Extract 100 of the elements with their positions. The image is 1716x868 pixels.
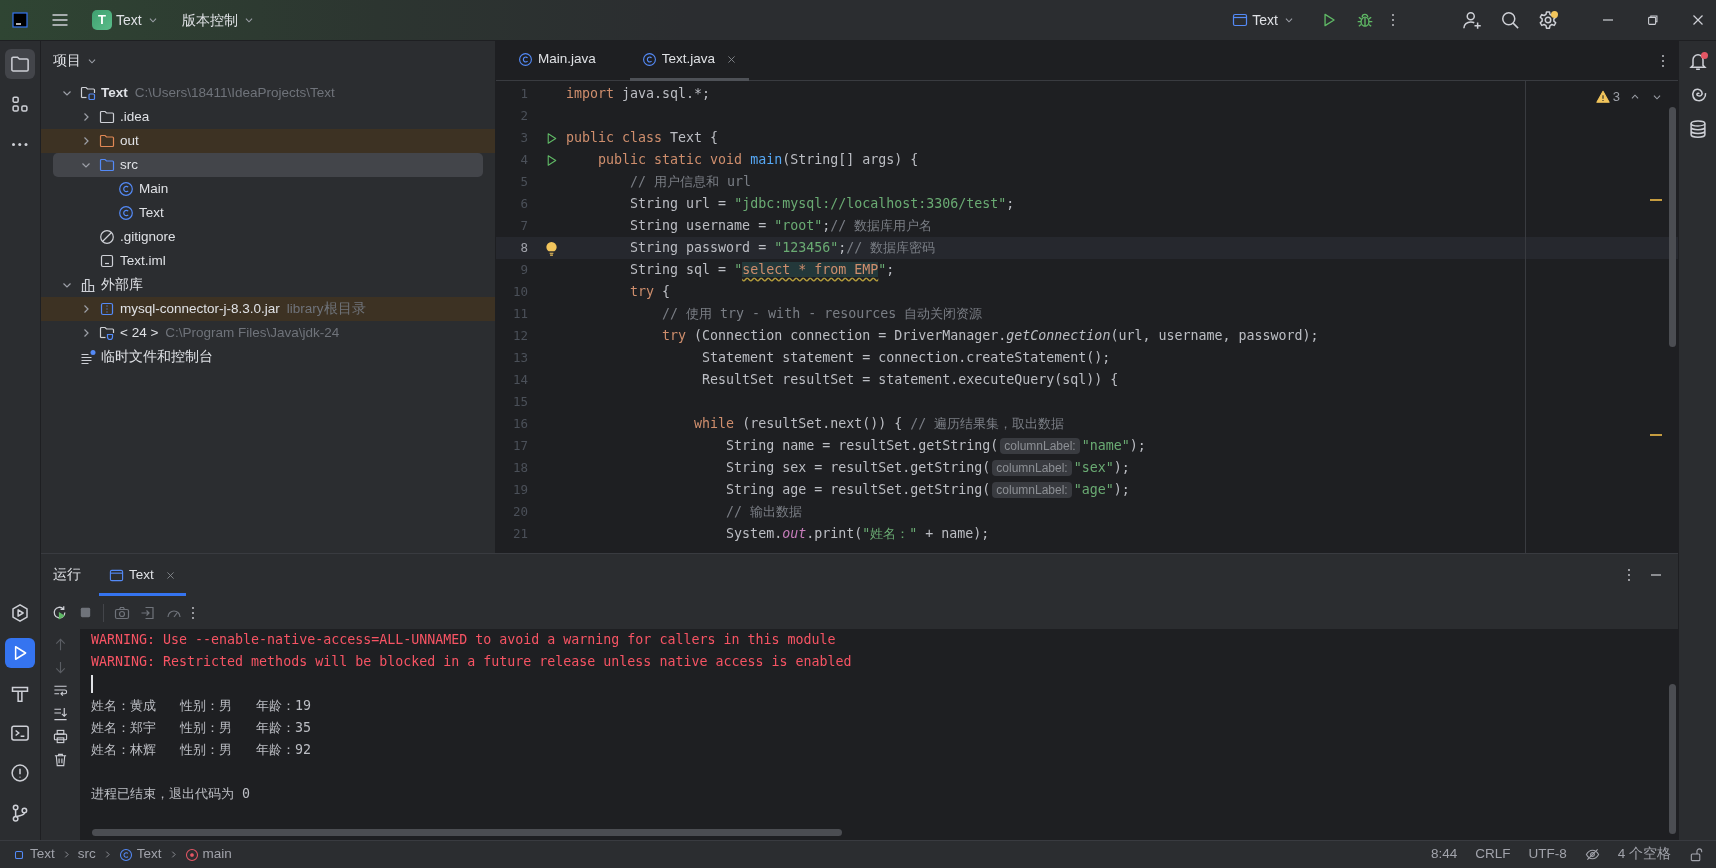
tree-item-label[interactable]: < 24 > [120,322,159,344]
services-icon [10,603,30,623]
bug-icon[interactable] [1356,11,1374,29]
panel-title-dropdown[interactable]: 项目 [53,50,99,72]
tree-item-label[interactable]: .gitignore [120,226,176,248]
git-branch-icon [10,803,30,823]
tool-window-button[interactable] [5,49,35,79]
stop-icon[interactable] [78,605,93,620]
ignore-file-icon [99,229,115,245]
archive-icon [99,301,115,317]
vcs-menu[interactable]: 版本控制 [175,5,262,35]
folder-icon [99,133,115,149]
tree-item-label[interactable]: .idea [120,106,150,128]
tree-item-label[interactable]: Text [101,82,128,104]
code-line: String sex = resultSet.getString( columnLabel: "sex"); [725,459,1130,478]
tree-item-label[interactable]: src [120,154,138,176]
tree-item-label[interactable]: Text.iml [120,250,166,272]
folder-icon [99,109,115,125]
selected-tree-row[interactable]: src [53,153,483,177]
code-line: String username = "root";// 数据库用户名 [629,217,933,236]
tree-item-label[interactable]: mysql-connector-j-8.3.0.jar [120,298,280,320]
tool-window-button[interactable] [5,638,35,668]
code-line: String password = "123456";// 数据库密码 [629,239,936,258]
code-line: String name = resultSet.getString( columnLabel: "name"); [725,437,1146,456]
inspection-icon[interactable] [1584,847,1600,862]
console-output: 姓名：黄成 性别：男 年龄：19 [91,697,312,716]
app-logo-icon[interactable] [12,12,28,28]
panel-title: 运行 [53,565,81,584]
class-icon [118,205,134,221]
scroll-to-end-icon[interactable] [53,706,68,721]
problems-icon [10,763,30,783]
delete-icon[interactable] [53,752,68,767]
console-warning: WARNING: Restricted methods will be blocked in a future release unless native access is enabled [91,653,852,672]
project-switcher[interactable]: T Text [86,5,166,35]
lock-icon[interactable] [1689,847,1704,862]
breadcrumb[interactable]: Text [30,844,55,865]
status-item[interactable]: 8:44 [1430,844,1458,865]
code-line: Statement statement = connection.createStatement(); [701,349,1111,368]
scrollbar[interactable] [92,829,842,836]
module-file-icon [99,253,115,269]
breadcrumb[interactable]: src [77,844,96,865]
close-icon[interactable] [726,54,738,65]
line-number: 8 [519,238,529,257]
highlighted-tree-row[interactable]: out [41,129,495,153]
code-line: import java.sql.*; [566,85,711,104]
status-item[interactable]: CRLF [1475,844,1511,865]
code-line: String age = resultSet.getString( columnLabel: "age"); [725,481,1130,500]
folder-icon [99,157,115,173]
sdk-folder-icon [99,325,115,341]
code-line: ResultSet resultSet = statement.executeQuery(sql)) { [701,371,1119,390]
camera-icon[interactable] [114,604,130,621]
tree-item-label[interactable]: 外部库 [101,274,143,296]
warning-icon[interactable] [1595,89,1610,104]
tree-item-label[interactable]: out [120,130,139,152]
warning-count[interactable]: 3 [1612,87,1620,107]
breadcrumb[interactable]: main [202,844,232,865]
scrollbar[interactable] [1669,107,1676,347]
notifications-icon[interactable] [1687,51,1708,71]
tree-item-detail: C:\Program Files\Java\jdk-24 [165,323,340,342]
editor-tab[interactable]: Text.java [629,41,750,81]
scratch-file-icon [80,349,96,365]
tree-item-label[interactable]: Text [139,202,164,224]
console-output: 姓名：林辉 性别：男 年龄：92 [91,741,312,760]
method-icon [184,847,199,862]
database-icon[interactable] [1687,119,1708,139]
editor-tab[interactable]: Main.java [506,41,608,81]
print-icon[interactable] [53,729,68,744]
status-item[interactable]: 4 个空格 [1617,844,1671,865]
libraries-icon [80,277,96,293]
code-line: // 使用 try - with - resources 自动关闭资源 [661,305,983,324]
status-item[interactable]: UTF-8 [1528,844,1567,865]
exit-icon[interactable] [140,604,156,621]
restore-icon[interactable] [1646,13,1660,27]
add-user-icon[interactable] [1462,10,1482,30]
class-icon [118,847,133,862]
tree-item-label[interactable]: 临时文件和控制台 [101,346,213,368]
run-configuration[interactable]: Text [1226,5,1302,35]
console-output: 姓名：郑宇 性别：男 年龄：35 [91,719,312,738]
class-icon [118,181,134,197]
code-line: while (resultSet.next()) { // 遍历结果集，取出数据 [693,415,1065,434]
code-line: public class Text { [566,129,719,148]
settings-icon[interactable] [1538,10,1558,30]
rerun-icon[interactable] [51,604,68,621]
breadcrumb[interactable]: Text [136,844,162,865]
terminal-icon [10,723,30,743]
scrollbar[interactable] [1669,684,1676,834]
folder-icon [10,54,30,74]
search-icon[interactable] [1500,10,1520,30]
intention-bulb-icon[interactable] [543,240,559,256]
code-line: // 用户信息和 url [629,173,752,192]
tree-item-label[interactable]: Main [139,178,169,200]
tree-item-detail: C:\Users\18411\IdeaProjects\Text [134,83,335,102]
soft-wrap-icon[interactable] [53,683,68,698]
class-icon [518,52,533,67]
console-warning: WARNING: Use --enable-native-access=ALL-UNNAMED to avoid a warning for callers in this module [91,631,836,650]
highlighted-tree-row[interactable]: mysql-connector-j-8.3.0.jar library根目录 [41,297,495,321]
console-output: 进程已结束，退出代码为 0 [91,785,250,804]
code-line: String url = "jdbc:mysql://localhost:3306/test"; [629,195,1015,214]
code-line: System.out.print("姓名：" + name); [725,525,990,544]
text-cursor [91,675,93,693]
